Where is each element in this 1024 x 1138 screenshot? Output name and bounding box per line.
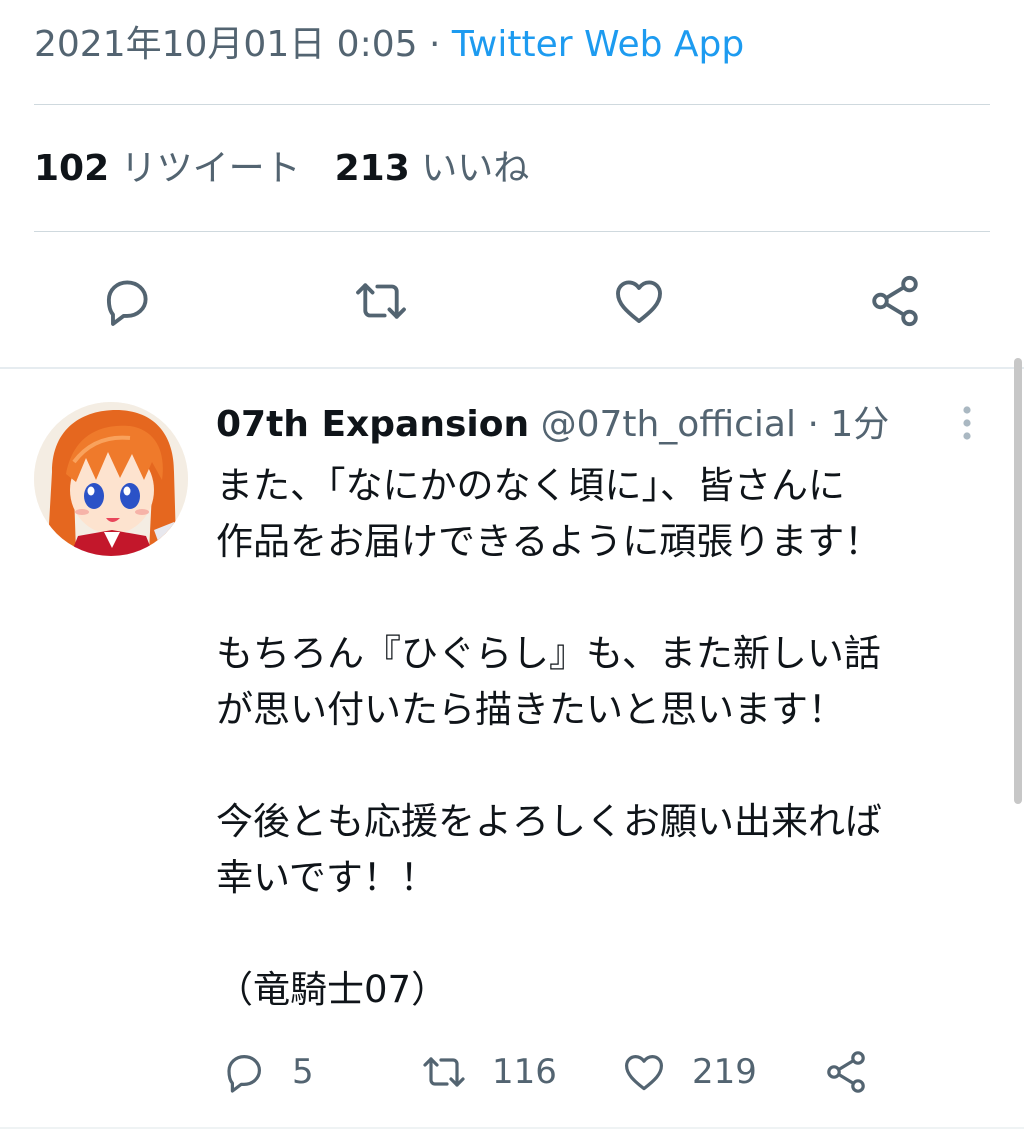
meta-separator: · [417,24,452,65]
share-icon[interactable] [822,1048,870,1096]
author-handle[interactable]: @07th_official [541,404,796,445]
tweet-text: また、「なにかのなく頃に」、皆さんに 作品をお届けできるように頑張ります！ もち… [216,464,882,1011]
tweet-datetime[interactable]: 2021年10月01日 0:05 [34,24,418,65]
reply-icon[interactable] [98,272,156,330]
time-separator: · [796,404,831,445]
divider [0,1127,1024,1129]
heart-icon[interactable] [610,272,668,330]
retweets-stat[interactable]: 102 リツイート [34,148,301,189]
divider [34,104,990,105]
section-divider [0,367,1024,369]
heart-icon[interactable] [620,1048,668,1096]
tweet-time[interactable]: 1分 [830,404,889,445]
likes-label: いいね [421,148,530,189]
like-count: 219 [692,1052,757,1092]
reply-action-bar: 5 116 219 [216,1040,1006,1100]
tweet-action-bar [0,232,1024,367]
likes-count: 213 [334,148,410,189]
reply-count: 5 [292,1052,314,1092]
retweet-count: 116 [492,1052,557,1092]
tweet-stats: 102 リツイート 213 いいね [34,146,529,192]
avatar[interactable] [34,402,188,556]
more-vertical-icon[interactable] [952,402,982,448]
share-icon[interactable] [866,272,924,330]
retweets-label: リツイート [120,148,301,189]
retweet-icon[interactable] [352,272,410,330]
reply-header: 07th Expansion @07th_official · 1分 [216,402,889,448]
scrollbar[interactable] [1014,358,1022,804]
retweet-icon[interactable] [420,1048,468,1096]
tweet-meta: 2021年10月01日 0:05 · Twitter Web App [34,22,744,68]
likes-stat[interactable]: 213 いいね [335,148,530,189]
tweet-source-link[interactable]: Twitter Web App [452,24,744,65]
retweets-count: 102 [34,148,110,189]
author-name[interactable]: 07th Expansion [216,404,529,445]
reply-icon[interactable] [220,1048,268,1096]
